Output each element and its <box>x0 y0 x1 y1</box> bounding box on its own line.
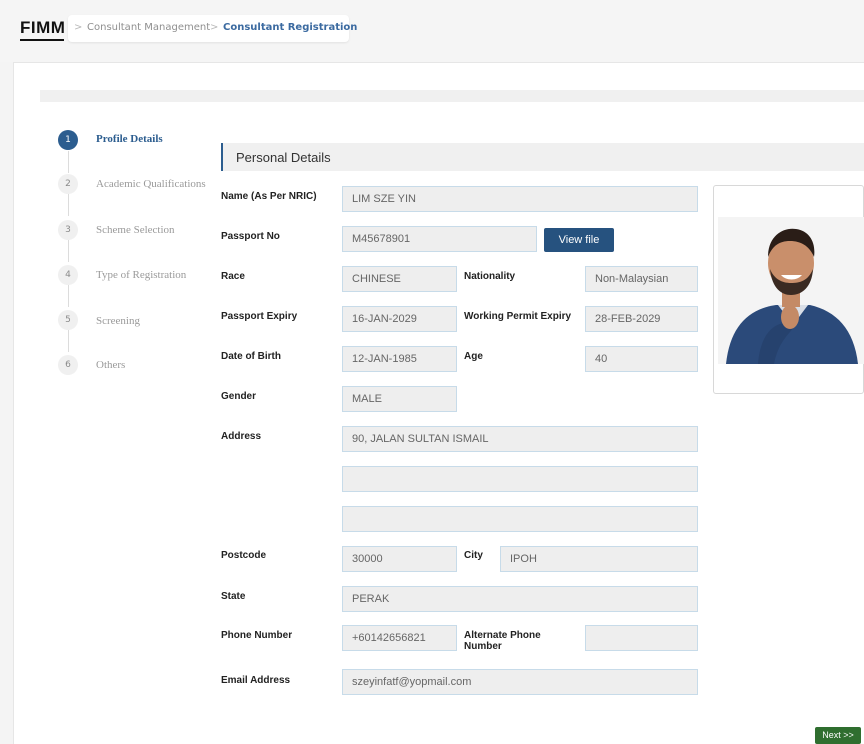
nationality-field[interactable]: Non-Malaysian <box>585 266 698 292</box>
step-connector <box>68 330 69 352</box>
race-label: Race <box>221 271 245 282</box>
alt-phone-field[interactable] <box>585 625 698 651</box>
passport-no-field[interactable]: M45678901 <box>342 226 537 252</box>
person-photo-icon <box>718 217 864 364</box>
address-line2-field[interactable] <box>342 466 698 492</box>
step-connector <box>68 194 69 216</box>
section-title: Personal Details <box>236 150 331 165</box>
step-3-number[interactable]: 3 <box>58 220 78 240</box>
gender-field[interactable]: MALE <box>342 386 457 412</box>
nationality-label: Nationality <box>464 271 516 282</box>
email-field[interactable]: szeyinfatf@yopmail.com <box>342 669 698 695</box>
email-label: Email Address <box>221 675 291 686</box>
race-field[interactable]: CHINESE <box>342 266 457 292</box>
passport-expiry-field[interactable]: 16-JAN-2029 <box>342 306 457 332</box>
phone-field[interactable]: +60142656821 <box>342 625 457 651</box>
profile-photo <box>718 217 864 364</box>
fimm-logo[interactable]: FIMM <box>20 18 65 41</box>
passport-no-label: Passport No <box>221 231 280 242</box>
step-5-label[interactable]: Screening <box>96 315 140 327</box>
step-2-number[interactable]: 2 <box>58 174 78 194</box>
name-field[interactable]: LIM SZE YIN <box>342 186 698 212</box>
step-6-number[interactable]: 6 <box>58 355 78 375</box>
step-1-label[interactable]: Profile Details <box>96 133 163 145</box>
top-bar: FIMM > Consultant Management > Consultan… <box>0 0 864 62</box>
address-line1-field[interactable]: 90, JALAN SULTAN ISMAIL <box>342 426 698 452</box>
name-label: Name (As Per NRIC) <box>221 191 317 202</box>
phone-label: Phone Number <box>221 630 293 641</box>
address-line3-field[interactable] <box>342 506 698 532</box>
state-label: State <box>221 591 246 602</box>
step-6-label[interactable]: Others <box>96 359 125 371</box>
step-4-number[interactable]: 4 <box>58 265 78 285</box>
passport-expiry-label: Passport Expiry <box>221 311 298 322</box>
state-field[interactable]: PERAK <box>342 586 698 612</box>
gender-label: Gender <box>221 391 257 402</box>
dob-label: Date of Birth <box>221 351 281 362</box>
address-label: Address <box>221 431 262 442</box>
city-field[interactable]: IPOH <box>500 546 698 572</box>
city-label: City <box>464 550 483 561</box>
step-5-number[interactable]: 5 <box>58 310 78 330</box>
step-2-label[interactable]: Academic Qualifications <box>96 178 206 190</box>
step-connector <box>68 240 69 262</box>
view-file-button[interactable]: View file <box>544 228 614 252</box>
step-4-label[interactable]: Type of Registration <box>96 269 186 281</box>
breadcrumb-separator: > <box>210 22 219 33</box>
breadcrumb-separator: > <box>74 22 83 33</box>
breadcrumb-item-consultant-management[interactable]: Consultant Management <box>87 22 210 33</box>
step-3-label[interactable]: Scheme Selection <box>96 224 175 236</box>
step-1-number[interactable]: 1 <box>58 130 78 150</box>
postcode-label: Postcode <box>221 550 267 561</box>
working-permit-expiry-field[interactable]: 28-FEB-2029 <box>585 306 698 332</box>
age-label: Age <box>464 351 483 362</box>
next-button[interactable]: Next >> <box>815 727 861 744</box>
age-field[interactable]: 40 <box>585 346 698 372</box>
dob-field[interactable]: 12-JAN-1985 <box>342 346 457 372</box>
step-connector <box>68 151 69 173</box>
alt-phone-label-line2: Number <box>464 641 502 652</box>
alt-phone-label-line1: Alternate Phone <box>464 630 541 641</box>
postcode-field[interactable]: 30000 <box>342 546 457 572</box>
breadcrumb-item-consultant-registration: Consultant Registration <box>223 22 358 33</box>
step-connector <box>68 285 69 307</box>
working-permit-expiry-label: Working Permit Expiry <box>464 311 572 322</box>
